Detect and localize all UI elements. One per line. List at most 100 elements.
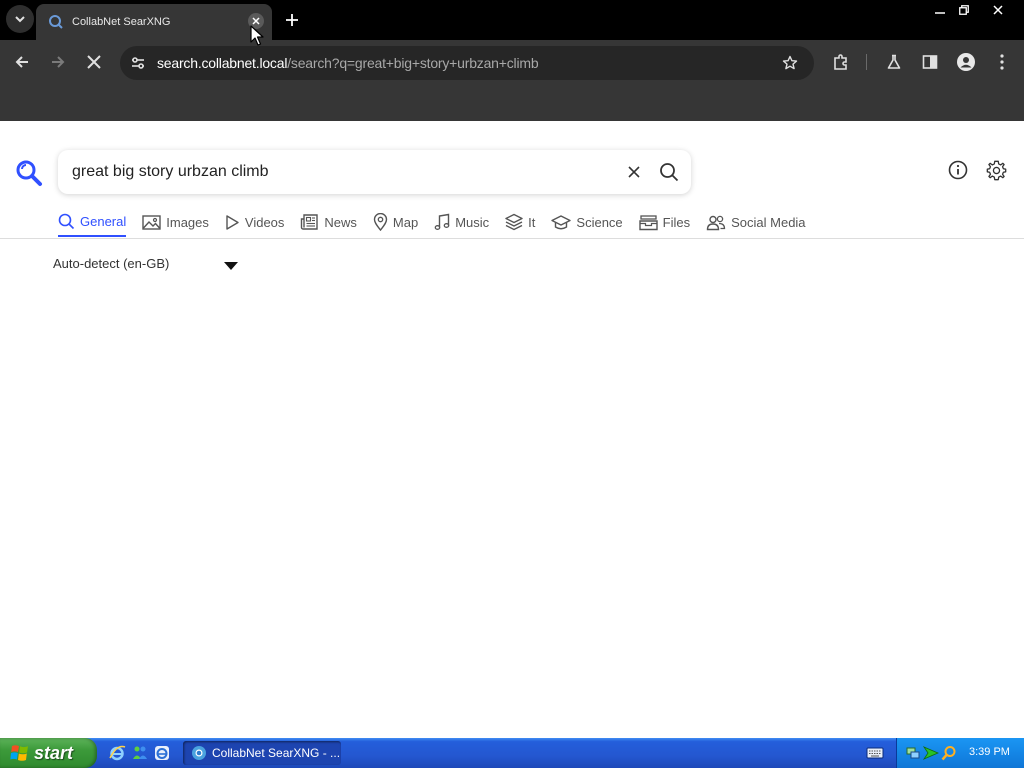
puzzle-icon (834, 54, 847, 70)
start-label: start (34, 742, 74, 763)
quicklaunch-ie-2[interactable] (153, 744, 171, 762)
tab-search-button[interactable] (6, 5, 34, 33)
music-note-icon (434, 213, 450, 230)
chevron-down-icon (15, 16, 25, 23)
map-pin-icon (373, 213, 388, 231)
address-bar[interactable]: search.collabnet.local/search?q=great+bi… (120, 46, 814, 80)
clock: 3:39 PM (969, 746, 1010, 758)
toolbar-separator (866, 54, 867, 70)
graduation-cap-icon (551, 214, 572, 229)
internet-explorer-icon (155, 746, 169, 760)
people-icon (706, 215, 726, 230)
internet-explorer-icon (109, 745, 126, 761)
site-info-button[interactable] (128, 53, 148, 73)
tab-label: Science (576, 214, 623, 230)
quicklaunch-messenger[interactable] (131, 744, 149, 762)
newspaper-icon (301, 214, 319, 230)
tab-news[interactable]: News (300, 209, 357, 237)
search-input[interactable] (72, 161, 592, 183)
arrow-left-icon (15, 56, 28, 68)
flask-icon (887, 54, 901, 69)
system-tray: 3:39 PM (896, 738, 1024, 768)
tab-label: General (80, 213, 127, 229)
tab-map[interactable]: Map (373, 209, 418, 237)
tab-images[interactable]: Images (142, 209, 209, 237)
tab-it[interactable]: It (505, 209, 535, 237)
url-path: /search?q=great+big+story+urbzan+climb (287, 55, 539, 71)
browser-toolbar: search.collabnet.local/search?q=great+bi… (0, 40, 1024, 84)
arrow-tray-icon[interactable] (923, 745, 939, 761)
stop-loading-button[interactable] (82, 50, 106, 74)
clear-search-button[interactable] (624, 162, 644, 182)
profile-button[interactable] (954, 50, 978, 74)
mouse-cursor-icon (250, 25, 264, 46)
tab-science[interactable]: Science (551, 209, 623, 237)
tab-label: News (324, 214, 357, 230)
quicklaunch-ie[interactable] (108, 744, 126, 762)
forward-button[interactable] (46, 50, 70, 74)
about-button[interactable] (947, 159, 969, 181)
tab-general[interactable]: General (58, 209, 127, 237)
language-select[interactable]: Auto-detect (en-GB) (53, 256, 169, 271)
bookmark-star-button[interactable] (780, 53, 800, 73)
searxng-page: General Images Videos News Map Music (0, 121, 1024, 738)
chrome-icon (192, 746, 206, 760)
play-icon (226, 214, 239, 230)
category-divider (0, 238, 1024, 239)
dropdown-arrow-icon[interactable] (223, 261, 239, 271)
windows-logo-icon (10, 745, 28, 761)
restore-icon (959, 5, 969, 15)
labs-button[interactable] (882, 50, 906, 74)
searxng-favicon-icon (49, 15, 63, 29)
new-tab-button[interactable] (282, 10, 302, 30)
search-box (58, 150, 691, 194)
info-icon (948, 160, 968, 180)
tab-label: Music (455, 214, 490, 230)
keyboard-icon[interactable] (866, 746, 884, 760)
tab-videos[interactable]: Videos (225, 209, 285, 237)
taskbar-window-button[interactable]: CollabNet SearXNG - ... (183, 741, 341, 765)
tab-label: It (528, 214, 536, 230)
searxng-logo-icon[interactable] (15, 159, 43, 187)
tab-label: Videos (244, 214, 285, 230)
gear-icon (986, 160, 1006, 180)
extensions-button[interactable] (829, 50, 853, 74)
avatar-icon (957, 53, 975, 71)
window-restore-button[interactable] (954, 1, 974, 19)
tab-label: Files (662, 214, 691, 230)
close-icon (628, 166, 640, 178)
start-button[interactable]: start (0, 738, 97, 768)
stop-x-icon (87, 55, 101, 69)
tab-files[interactable]: Files (638, 209, 691, 237)
tab-music[interactable]: Music (434, 209, 489, 237)
arrow-right-icon (52, 56, 65, 68)
tab-label: Social Media (731, 214, 806, 230)
star-icon (782, 55, 798, 70)
image-icon (142, 214, 161, 230)
preferences-button[interactable] (985, 159, 1007, 181)
search-icon (660, 163, 679, 182)
window-minimize-button[interactable] (930, 1, 950, 19)
tab-label: Images (166, 214, 209, 230)
search-tray-icon[interactable] (941, 745, 957, 761)
network-icon[interactable] (905, 745, 921, 761)
browser-menu-button[interactable] (990, 50, 1014, 74)
taskbar: start CollabNet SearXNG - ... 3:39 PM (0, 738, 1024, 768)
window-close-button[interactable] (978, 1, 1018, 19)
category-tabs: General Images Videos News Map Music It … (58, 209, 822, 239)
search-submit-button[interactable] (658, 161, 680, 183)
kebab-menu-icon (1000, 54, 1004, 70)
screen: CollabNet SearXNG search.collabnet.local… (0, 0, 1024, 768)
close-icon (252, 17, 260, 25)
messenger-icon (133, 746, 147, 759)
archive-icon (638, 214, 658, 230)
side-panel-button[interactable] (918, 50, 942, 74)
url-text[interactable]: search.collabnet.local/search?q=great+bi… (157, 55, 539, 71)
tab-social-media[interactable]: Social Media (706, 209, 806, 237)
plus-icon (286, 14, 298, 26)
layers-icon (505, 213, 523, 231)
back-button[interactable] (10, 50, 34, 74)
search-icon (58, 213, 75, 229)
bookmarks-bar (0, 84, 1024, 121)
browser-tab[interactable]: CollabNet SearXNG (36, 4, 272, 40)
